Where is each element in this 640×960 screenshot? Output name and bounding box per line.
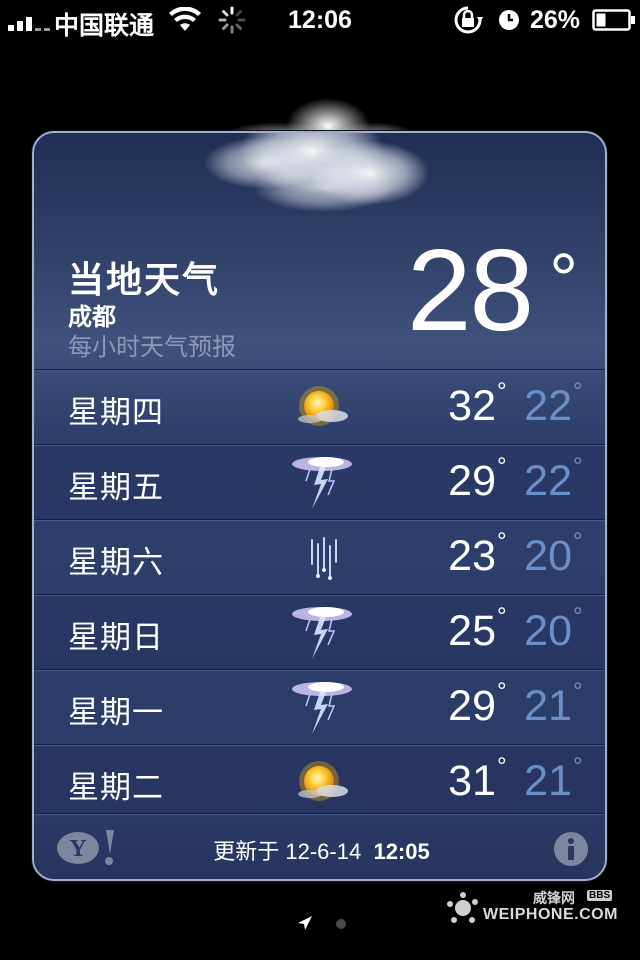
weiphone-logo-icon	[447, 892, 478, 923]
watermark-en: WEIPHONE.COM	[483, 906, 618, 923]
forecast-high: 29	[448, 682, 496, 730]
status-bar: 中国联通 12:06 26%	[0, 0, 640, 40]
battery-percent: 26%	[530, 6, 581, 34]
thunderstorm-icon	[288, 676, 356, 738]
forecast-low: 20	[524, 607, 572, 655]
forecast-row: 星期一 29 ° 21 °	[34, 669, 605, 744]
page-dot	[336, 919, 346, 929]
low-degree: °	[573, 528, 583, 555]
weather-widget[interactable]: 当地天气 成都 每小时天气预报 28 ° 星期四 32 ° 22 ° 星期五 29 ° 22 ° 星…	[32, 131, 607, 881]
watermark-bbs: BBS	[587, 890, 613, 901]
low-degree: °	[573, 378, 583, 405]
widget-footer: Y 更新于 12-6-14 12:05	[34, 813, 605, 879]
thunderstorm-icon	[288, 601, 356, 663]
high-degree: °	[497, 603, 507, 630]
high-degree: °	[497, 453, 507, 480]
current-temperature: 28 °	[406, 225, 578, 355]
weiphone-watermark: 威锋网 BBS WEIPHONE.COM	[445, 890, 635, 930]
forecast-row: 星期六 23 ° 20 °	[34, 519, 605, 594]
watermark-cn: 威锋网	[533, 890, 575, 906]
forecast-high: 25	[448, 607, 496, 655]
forecast-low: 21	[524, 682, 572, 730]
forecast-row: 星期五 29 ° 22 °	[34, 444, 605, 519]
forecast-high: 31	[448, 757, 496, 805]
page-indicator[interactable]	[296, 912, 356, 936]
forecast-day: 星期五	[68, 470, 164, 505]
widget-title: 当地天气	[68, 259, 221, 300]
forecast-day: 星期六	[68, 545, 164, 580]
sunny-partly-cloudy-icon	[288, 751, 356, 813]
alarm-clock-icon	[499, 10, 519, 30]
rotation-lock-icon	[454, 6, 483, 34]
low-degree: °	[573, 753, 583, 780]
forecast-list: 星期四 32 ° 22 ° 星期五 29 ° 22 ° 星期六 23 ° 20 ° 星期日 25 ° 20 ° 星期一 2…	[34, 369, 605, 819]
forecast-high: 23	[448, 532, 496, 580]
high-degree: °	[497, 753, 507, 780]
cloud-icon	[204, 133, 429, 212]
battery-icon	[592, 9, 635, 31]
forecast-row: 星期二 31 ° 21 °	[34, 744, 605, 819]
low-degree: °	[573, 453, 583, 480]
low-degree: °	[573, 603, 583, 630]
forecast-row: 星期四 32 ° 22 °	[34, 369, 605, 444]
forecast-row: 星期日 25 ° 20 °	[34, 594, 605, 669]
forecast-day: 星期日	[68, 620, 164, 655]
forecast-low: 21	[524, 757, 572, 805]
forecast-day: 星期四	[68, 395, 164, 430]
current-weather: 当地天气 成都 每小时天气预报 28 °	[68, 225, 588, 371]
thunderstorm-icon	[288, 451, 356, 513]
forecast-day: 星期二	[68, 770, 164, 805]
forecast-low: 20	[524, 532, 572, 580]
sunny-partly-cloudy-icon	[288, 376, 356, 438]
forecast-high: 32	[448, 382, 496, 430]
location-arrow-icon	[298, 916, 312, 930]
high-degree: °	[497, 528, 507, 555]
info-icon[interactable]	[553, 831, 589, 867]
high-degree: °	[497, 678, 507, 705]
last-updated: 更新于 12-6-14 12:05	[213, 839, 430, 864]
hourly-forecast-link[interactable]: 每小时天气预报	[68, 327, 236, 362]
forecast-low: 22	[524, 382, 572, 430]
forecast-day: 星期一	[68, 695, 164, 730]
low-degree: °	[573, 678, 583, 705]
high-degree: °	[497, 378, 507, 405]
rain-icon	[288, 526, 356, 588]
forecast-low: 22	[524, 457, 572, 505]
forecast-high: 29	[448, 457, 496, 505]
